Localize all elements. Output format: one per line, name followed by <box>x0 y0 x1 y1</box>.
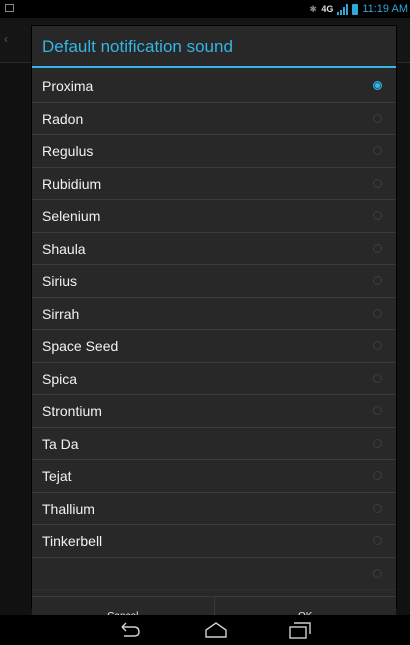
radio-button[interactable] <box>373 536 382 545</box>
radio-button[interactable] <box>373 276 382 285</box>
ringtone-item-label: Rubidium <box>42 175 102 192</box>
ringtone-item[interactable]: Thallium <box>32 493 396 525</box>
status-icons: ✱ 4G 11:19 AM <box>309 2 408 16</box>
radio-button[interactable] <box>373 178 382 188</box>
ringtone-item-label: Space Seed <box>42 338 119 354</box>
ringtone-item-label: Shaula <box>42 240 86 257</box>
ringtone-item[interactable]: Proxima <box>32 70 396 103</box>
network-type-label: 4G <box>321 3 334 14</box>
radio-button[interactable] <box>373 568 382 578</box>
radio-button[interactable] <box>373 113 382 123</box>
ringtone-item-label: Spica <box>42 370 78 387</box>
radio-button[interactable] <box>373 503 382 513</box>
ringtone-item-label: Sirrah <box>42 305 80 322</box>
radio-button[interactable] <box>373 146 382 155</box>
ringtone-item[interactable]: Tejat <box>32 460 396 493</box>
radio-button[interactable] <box>373 341 382 350</box>
ringtone-item[interactable]: Radon <box>32 103 396 135</box>
notification-sound-dialog: Default notification sound Proxima Radon R… <box>32 26 396 635</box>
ringtone-item-label: Sirius <box>42 273 78 289</box>
background-up-icon: ‹ <box>4 32 8 46</box>
navigation-bar <box>0 615 410 645</box>
ringtone-item[interactable]: Sirrah <box>32 298 396 330</box>
ringtone-item[interactable]: Regulus <box>32 135 396 168</box>
notification-image-icon <box>5 4 14 12</box>
radio-button[interactable] <box>373 438 382 448</box>
status-bar: ✱ 4G 11:19 AM <box>0 0 410 18</box>
ringtone-item[interactable]: Selenium <box>32 200 396 233</box>
ringtone-item-label: Radon <box>42 110 84 127</box>
ringtone-item[interactable] <box>32 558 396 590</box>
ringtone-item-label: Thallium <box>42 500 95 517</box>
home-icon[interactable] <box>204 620 228 640</box>
radio-button-checked[interactable] <box>373 81 382 90</box>
status-clock: 11:19 AM <box>362 3 408 15</box>
radio-button[interactable] <box>373 211 382 220</box>
back-icon[interactable] <box>118 620 142 640</box>
ringtone-item-label: Tejat <box>42 468 72 484</box>
dialog-title: Default notification sound <box>32 26 396 68</box>
ringtone-item-label: Proxima <box>42 78 94 94</box>
radio-button[interactable] <box>373 243 382 253</box>
ringtone-item-label: Strontium <box>42 403 102 419</box>
battery-icon <box>352 3 359 15</box>
radio-button[interactable] <box>373 406 382 415</box>
ringtone-item[interactable]: Tinkerbell <box>32 525 396 558</box>
ringtone-item[interactable]: Spica <box>32 363 396 395</box>
ringtone-item-label: Regulus <box>42 143 94 159</box>
signal-strength-icon <box>337 3 349 15</box>
ringtone-item-label: Tinkerbell <box>42 533 103 549</box>
radio-button[interactable] <box>373 373 382 383</box>
ringtone-item-label: Selenium <box>42 208 101 224</box>
ringtone-item[interactable]: Shaula <box>32 233 396 265</box>
bluetooth-icon: ✱ <box>309 3 317 14</box>
radio-button[interactable] <box>373 471 382 480</box>
ringtone-item-label: Ta Da <box>42 435 79 452</box>
recent-apps-icon[interactable] <box>288 620 312 640</box>
ringtone-item[interactable]: Strontium <box>32 395 396 428</box>
ringtone-item[interactable]: Space Seed <box>32 330 396 363</box>
ringtone-item[interactable]: Sirius <box>32 265 396 298</box>
ringtone-item[interactable]: Rubidium <box>32 168 396 200</box>
ringtone-list[interactable]: Proxima Radon Regulus Rubidium Selenium Shaul… <box>32 70 396 596</box>
ringtone-item[interactable]: Ta Da <box>32 428 396 460</box>
radio-button[interactable] <box>373 308 382 318</box>
